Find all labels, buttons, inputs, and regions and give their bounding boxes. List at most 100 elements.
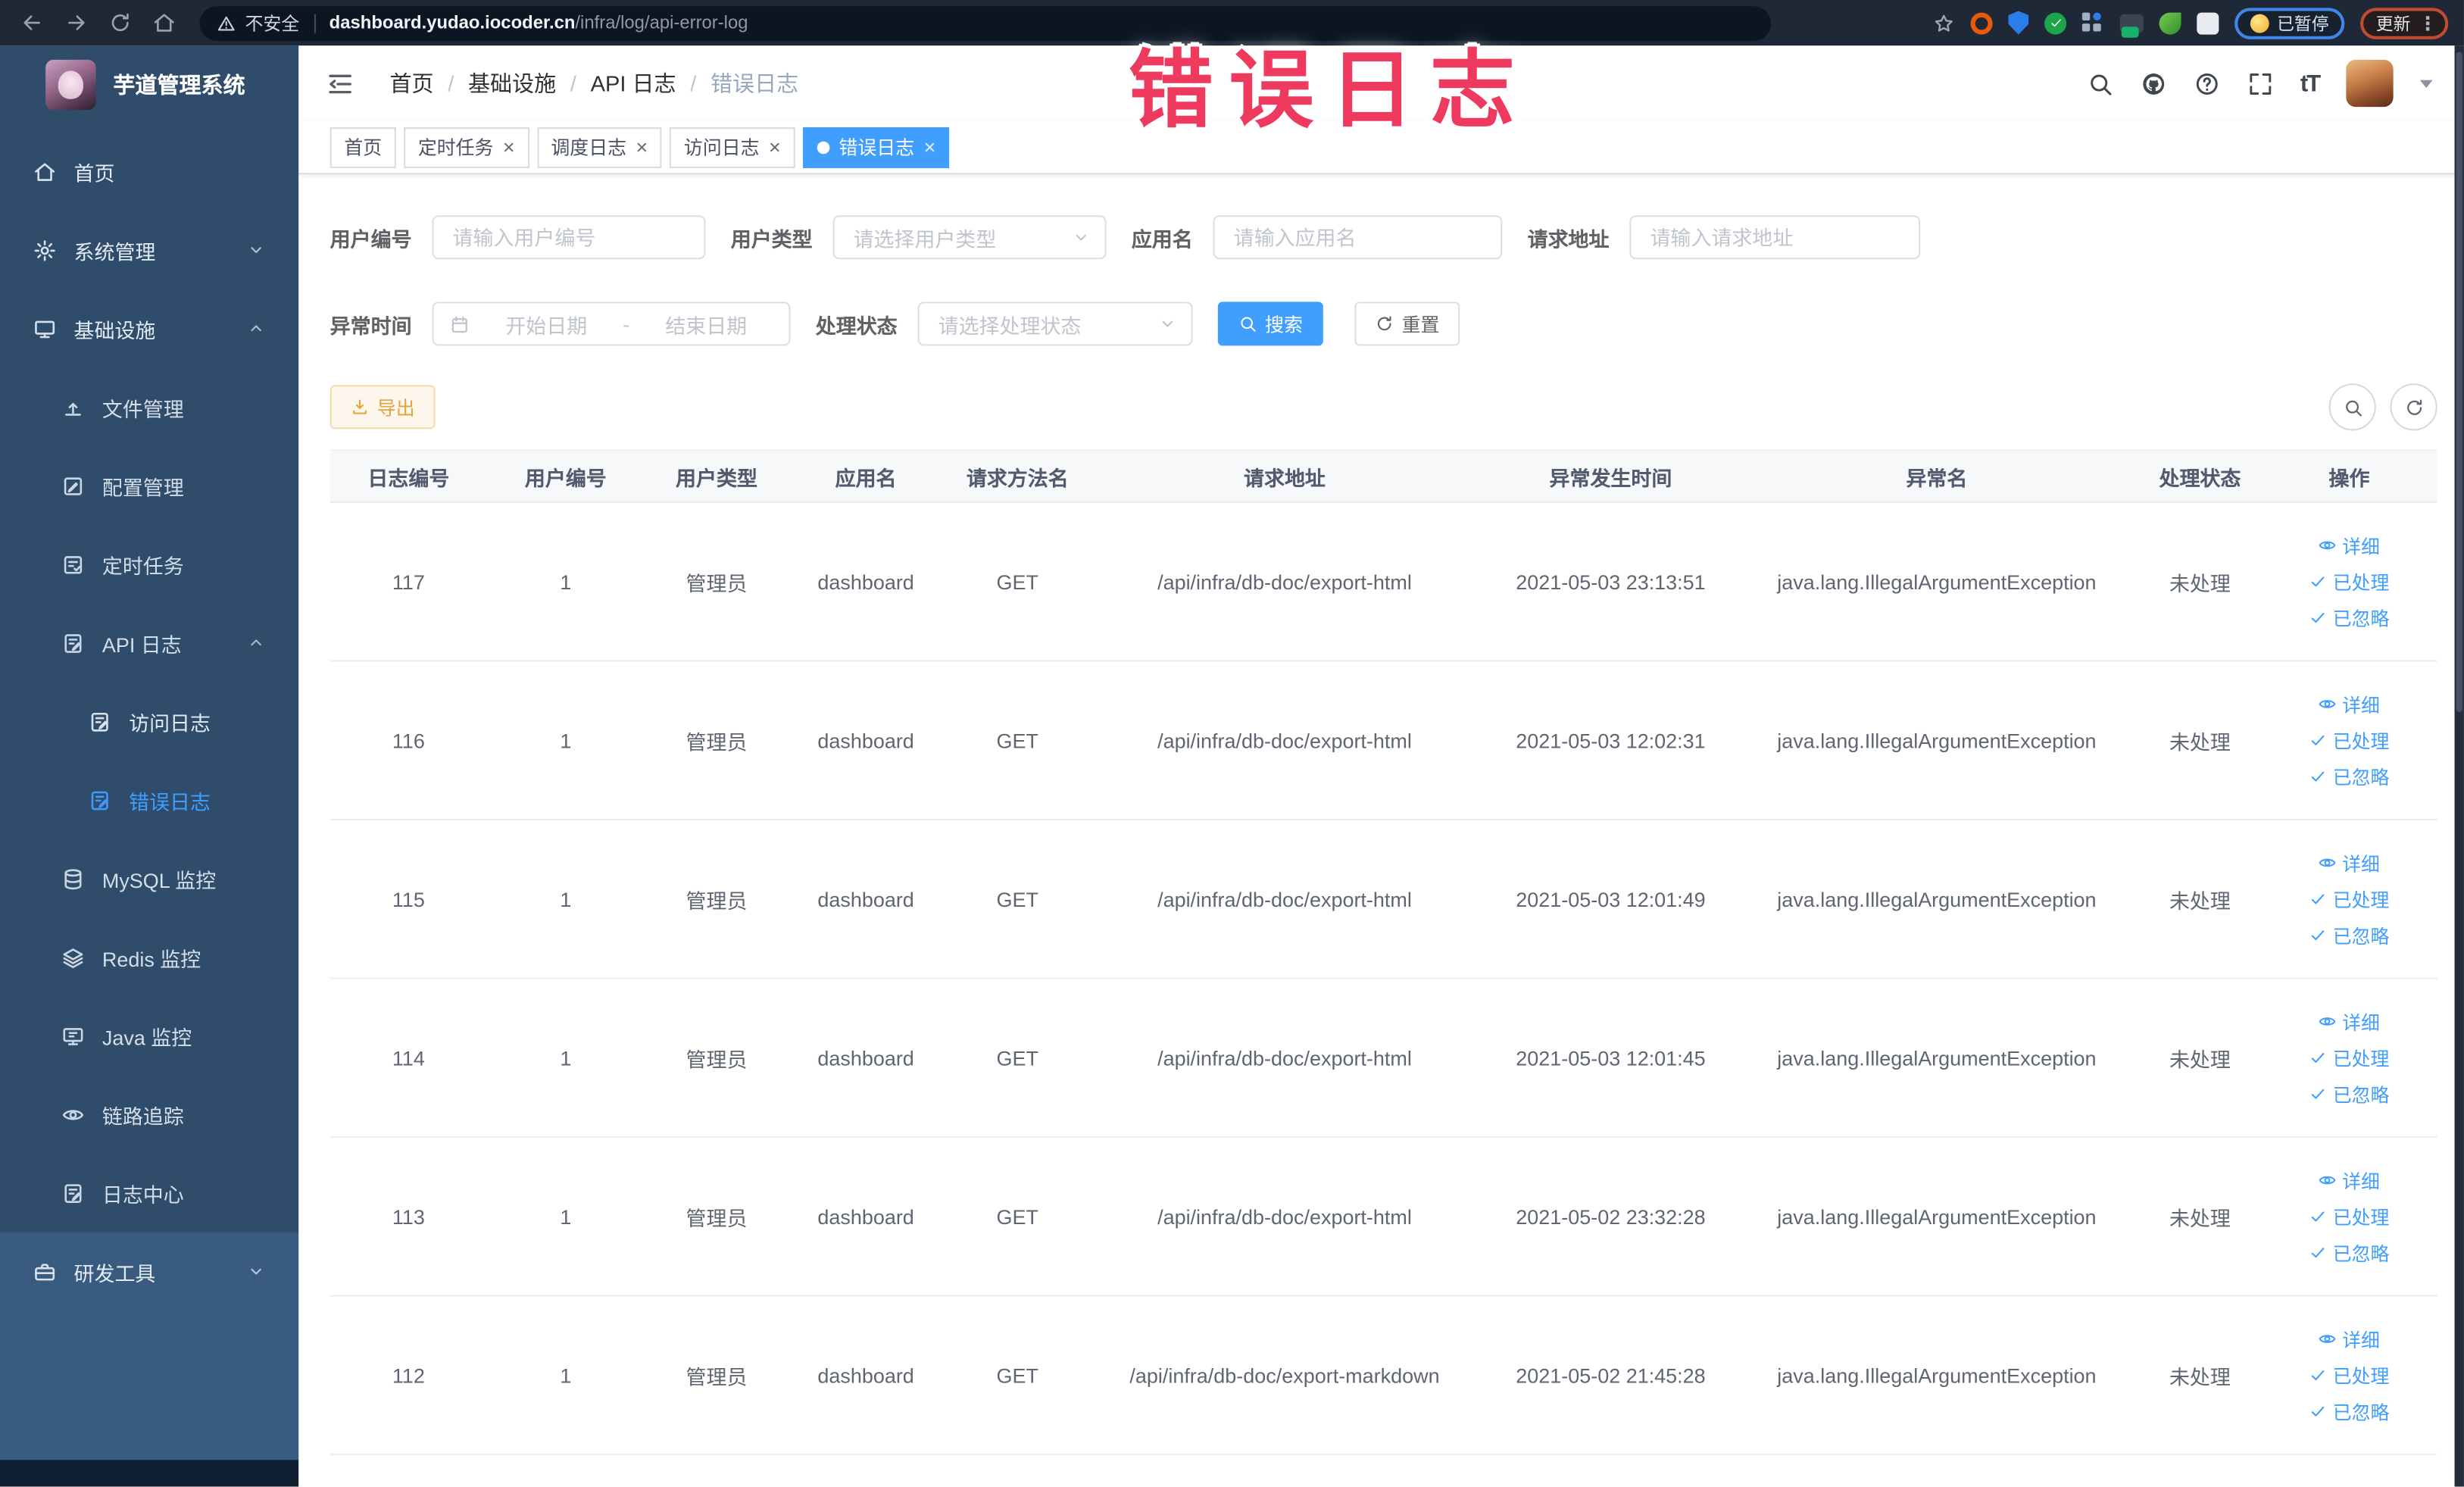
- tab-close-icon[interactable]: [636, 136, 648, 157]
- detail-link[interactable]: 详细: [2319, 691, 2380, 717]
- request-url-input[interactable]: [1629, 215, 1921, 260]
- cell-request-url: /api/infra/db-doc/export-html: [1157, 570, 1412, 594]
- detail-link[interactable]: 详细: [2319, 532, 2380, 558]
- cell-exception-name: java.lang.IllegalArgumentException: [1777, 1363, 2097, 1387]
- sidebar-item-system[interactable]: 系统管理: [0, 211, 298, 289]
- sidebar-item-infra[interactable]: 基础设施: [0, 289, 298, 368]
- browser-home-icon[interactable]: [152, 11, 176, 35]
- process-status-select[interactable]: 请选择处理状态: [917, 301, 1193, 346]
- processed-link[interactable]: 已处理: [2309, 1203, 2389, 1229]
- ignored-link[interactable]: 已忽略: [2309, 1239, 2389, 1266]
- help-icon[interactable]: [2194, 70, 2220, 96]
- processed-link[interactable]: 已处理: [2309, 1362, 2389, 1389]
- sidebar-item-mysql[interactable]: MySQL 监控: [0, 839, 298, 918]
- scrollbar-thumb[interactable]: [2456, 52, 2462, 712]
- detail-link[interactable]: 详细: [2319, 1008, 2380, 1035]
- bookmark-star-icon[interactable]: [1933, 12, 1955, 34]
- ignored-link[interactable]: 已忽略: [2309, 1080, 2389, 1107]
- extension-puzzle-icon[interactable]: [2197, 11, 2219, 34]
- cell-user-id: 1: [560, 1204, 572, 1229]
- sidebar-item-java[interactable]: Java 监控: [0, 996, 298, 1075]
- search-button[interactable]: 搜索: [1217, 301, 1323, 346]
- start-date-placeholder: 开始日期: [505, 313, 588, 338]
- ignored-link[interactable]: 已忽略: [2309, 763, 2389, 789]
- sidebar-item-log-center[interactable]: 日志中心: [0, 1154, 298, 1232]
- tab-close-icon[interactable]: [503, 136, 515, 157]
- extension-shield-icon[interactable]: [2008, 11, 2029, 35]
- download-icon: [351, 398, 370, 417]
- breadcrumb-home[interactable]: 首页: [390, 67, 434, 98]
- check-icon: [2309, 1084, 2328, 1103]
- extension-leaf-icon[interactable]: [2159, 11, 2181, 34]
- detail-link[interactable]: 详细: [2319, 849, 2380, 876]
- table-row: 112 1 管理员 dashboard GET /api/infra/db-do…: [329, 1297, 2437, 1456]
- sidebar-item-config[interactable]: 配置管理: [0, 446, 298, 525]
- tab-访问日志[interactable]: 访问日志: [670, 127, 795, 167]
- action-label: 已忽略: [2332, 924, 2390, 947]
- sidebar-item-dev-tools[interactable]: 研发工具: [0, 1232, 298, 1310]
- date-range-input[interactable]: 开始日期 - 结束日期: [432, 301, 791, 346]
- toggle-search-button[interactable]: [2328, 383, 2376, 431]
- refresh-table-button[interactable]: [2390, 383, 2437, 431]
- ignored-link[interactable]: 已忽略: [2309, 922, 2390, 948]
- header-search-icon[interactable]: [2087, 70, 2113, 96]
- avatar-dropdown-caret-icon[interactable]: [2419, 79, 2433, 88]
- extension-off-badge-icon[interactable]: [2119, 13, 2144, 37]
- fullscreen-icon[interactable]: [2247, 70, 2273, 96]
- github-icon[interactable]: [2140, 70, 2166, 96]
- sidebar-item-file[interactable]: 文件管理: [0, 367, 298, 446]
- processed-link[interactable]: 已处理: [2309, 727, 2389, 754]
- extension-orange-icon[interactable]: [1970, 11, 1993, 34]
- address-bar[interactable]: 不安全 dashboard.yudao.iocoder.cn /infra/lo…: [199, 5, 1772, 40]
- tab-调度日志[interactable]: 调度日志: [536, 127, 662, 167]
- eye-icon: [2319, 1012, 2338, 1031]
- check-icon: [2309, 1243, 2328, 1262]
- browser-update-badge[interactable]: 更新: [2360, 7, 2449, 39]
- browser-back-icon[interactable]: [20, 11, 44, 35]
- breadcrumb-api-log[interactable]: API 日志: [591, 67, 676, 98]
- reset-button[interactable]: 重置: [1354, 301, 1460, 346]
- table-row: 114 1 管理员 dashboard GET /api/infra/db-do…: [329, 979, 2437, 1139]
- sidebar-item-job[interactable]: 定时任务: [0, 525, 298, 604]
- tab-定时任务[interactable]: 定时任务: [404, 127, 529, 167]
- emoji-face-icon: [2250, 13, 2269, 33]
- check-icon: [2309, 1402, 2328, 1421]
- processed-link[interactable]: 已处理: [2309, 568, 2389, 595]
- user-type-select[interactable]: 请选择用户类型: [832, 215, 1107, 260]
- sidebar-collapse-icon[interactable]: [325, 68, 354, 98]
- processed-link[interactable]: 已处理: [2309, 1045, 2389, 1071]
- sidebar-item-api-log[interactable]: API 日志: [0, 604, 298, 683]
- tab-close-icon[interactable]: [769, 136, 781, 157]
- tab-首页[interactable]: 首页: [329, 127, 396, 167]
- breadcrumb-infra[interactable]: 基础设施: [468, 67, 556, 98]
- tab-close-icon[interactable]: [924, 136, 936, 157]
- extension-grid-icon[interactable]: [2081, 11, 2104, 34]
- export-button[interactable]: 导出: [329, 385, 436, 430]
- ignored-link[interactable]: 已忽略: [2309, 1398, 2389, 1424]
- page-scrollbar[interactable]: [2454, 45, 2464, 1487]
- navbar-actions: [2087, 59, 2464, 108]
- user-avatar[interactable]: [2346, 59, 2394, 108]
- check-icon: [2048, 16, 2063, 30]
- sidebar-item-error-log[interactable]: 错误日志: [0, 761, 298, 839]
- user-id-input[interactable]: [432, 215, 706, 260]
- tab-错误日志[interactable]: 错误日志: [802, 127, 950, 167]
- font-size-icon[interactable]: [2300, 70, 2319, 96]
- browser-reload-icon[interactable]: [108, 11, 132, 35]
- sidebar-item-trace[interactable]: 链路追踪: [0, 1075, 298, 1154]
- sidebar-item-redis[interactable]: Redis 监控: [0, 918, 298, 997]
- table-header-cell: 异常发生时间: [1549, 466, 1672, 490]
- sidebar-item-home[interactable]: 首页: [0, 132, 298, 211]
- kebab-menu-icon[interactable]: [2419, 12, 2437, 34]
- extension-check-icon[interactable]: [2044, 11, 2067, 34]
- table-header-cell: 用户编号: [524, 466, 607, 490]
- sidebar-item-access-log[interactable]: 访问日志: [0, 682, 298, 761]
- cell-exception-name: java.lang.IllegalArgumentException: [1777, 570, 2097, 594]
- processed-link[interactable]: 已处理: [2309, 886, 2389, 912]
- app-name-input[interactable]: [1213, 215, 1503, 260]
- paused-extension-badge[interactable]: 已暂停: [2234, 7, 2345, 39]
- detail-link[interactable]: 详细: [2319, 1326, 2380, 1352]
- ignored-link[interactable]: 已忽略: [2309, 604, 2389, 631]
- browser-forward-icon[interactable]: [64, 11, 88, 35]
- detail-link[interactable]: 详细: [2319, 1167, 2380, 1193]
